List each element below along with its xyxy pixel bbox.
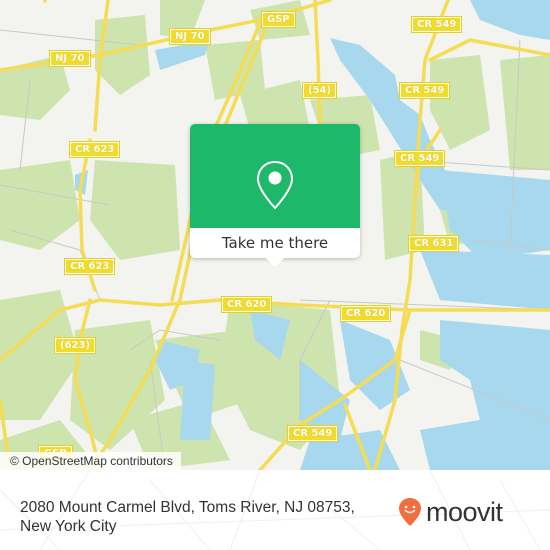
road-label-gsp: GSP xyxy=(261,11,296,28)
location-popup: Take me there xyxy=(190,124,360,267)
road-label-cr549: CR 549 xyxy=(286,425,339,442)
popup-header xyxy=(190,124,360,228)
road-label-cr631: CR 631 xyxy=(407,235,460,252)
moovit-wordmark: moovit xyxy=(426,497,503,527)
moovit-pin-smile-icon xyxy=(399,498,421,526)
road-label-cr623: CR 623 xyxy=(63,258,116,275)
road-label-nj70: NJ 70 xyxy=(169,28,211,45)
road-label-cr623: CR 623 xyxy=(68,141,121,158)
popup-tail xyxy=(266,258,284,267)
map-view[interactable]: NJ 70 NJ 70 GSP CR 549 (54) CR 549 CR 62… xyxy=(0,0,550,470)
moovit-logo[interactable]: moovit xyxy=(398,497,503,527)
road-label-cr549: CR 549 xyxy=(393,150,446,167)
road-label-cr620: CR 620 xyxy=(220,296,273,313)
road-label-cr549: CR 549 xyxy=(398,82,451,99)
address-text: 2080 Mount Carmel Blvd, Toms River, NJ 0… xyxy=(20,499,355,535)
road-label-623: (623) xyxy=(53,337,97,354)
map-pin-icon xyxy=(256,160,294,210)
take-me-there-button[interactable]: Take me there xyxy=(190,228,360,258)
road-label-cr620: CR 620 xyxy=(339,305,392,322)
road-label-54: (54) xyxy=(301,82,338,99)
road-label-cr549: CR 549 xyxy=(410,16,463,33)
road-label-nj70: NJ 70 xyxy=(49,50,91,67)
map-attribution[interactable]: © OpenStreetMap contributors xyxy=(0,452,181,470)
